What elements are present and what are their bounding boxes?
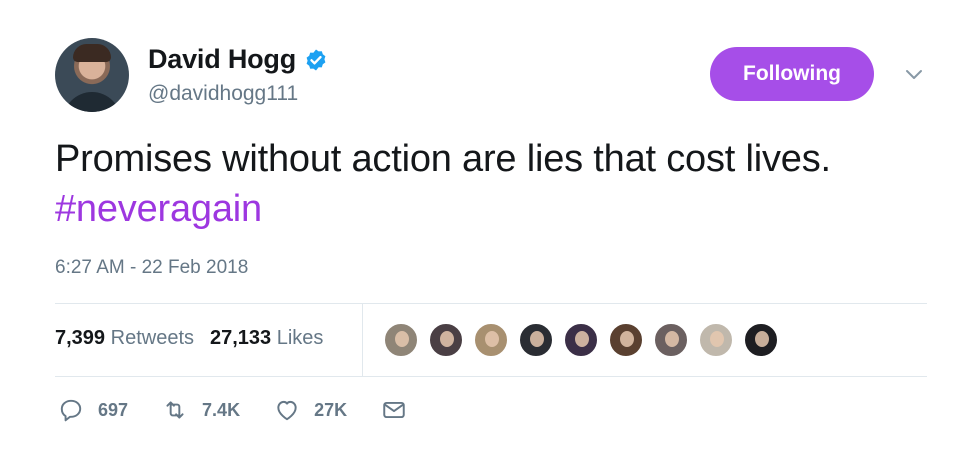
liker-avatar[interactable] (428, 322, 464, 358)
liker-avatar[interactable] (608, 322, 644, 358)
liker-facepile (383, 322, 788, 358)
tweet-actions: 697 7.4K 27K (58, 397, 441, 423)
stats-separator (362, 304, 363, 376)
liker-avatar[interactable] (518, 322, 554, 358)
divider (55, 376, 927, 377)
heart-icon (277, 400, 297, 421)
likes-label: Likes (276, 327, 324, 349)
likes-count: 27,133 (210, 327, 272, 349)
liker-avatar[interactable] (563, 322, 599, 358)
retweets-label: Retweets (110, 327, 194, 349)
divider (55, 303, 927, 304)
liker-avatar[interactable] (383, 322, 419, 358)
retweets-count: 7,399 (55, 327, 106, 349)
author-avatar[interactable] (55, 38, 129, 112)
liker-avatar[interactable] (743, 322, 779, 358)
author-handle[interactable]: @davidhogg111 (148, 82, 298, 106)
chevron-down-icon[interactable] (902, 62, 926, 86)
retweets-stat[interactable]: 7,399 Retweets (55, 327, 194, 350)
author-name-row: David Hogg (148, 44, 328, 75)
direct-message-button[interactable] (381, 397, 407, 423)
retweet-count: 7.4K (202, 399, 241, 420)
tweet-timestamp[interactable]: 6:27 AM - 22 Feb 2018 (55, 257, 248, 279)
liker-avatar[interactable] (698, 322, 734, 358)
liker-avatar[interactable] (653, 322, 689, 358)
author-display-name[interactable]: David Hogg (148, 44, 296, 75)
reply-icon (60, 399, 82, 422)
retweet-button[interactable]: 7.4K (162, 397, 240, 423)
tweet-card: David Hogg @davidhogg111 Following Promi… (0, 0, 980, 474)
envelope-icon (383, 401, 405, 419)
liker-avatar[interactable] (473, 322, 509, 358)
hashtag-link[interactable]: #neveragain (55, 188, 262, 230)
likes-stat[interactable]: 27,133 Likes (210, 327, 323, 350)
verified-badge-icon (306, 49, 326, 70)
tweet-text: Promises without action are lies that co… (55, 134, 935, 234)
like-count: 27K (314, 399, 348, 420)
tweet-body-text: Promises without action are lies that co… (55, 138, 831, 180)
engagement-stats: 7,399 Retweets 27,133 Likes (55, 327, 339, 350)
retweet-icon (166, 401, 184, 419)
following-button[interactable]: Following (710, 47, 874, 101)
reply-count: 697 (98, 399, 129, 420)
like-button[interactable]: 27K (274, 397, 347, 423)
reply-button[interactable]: 697 (58, 397, 128, 423)
